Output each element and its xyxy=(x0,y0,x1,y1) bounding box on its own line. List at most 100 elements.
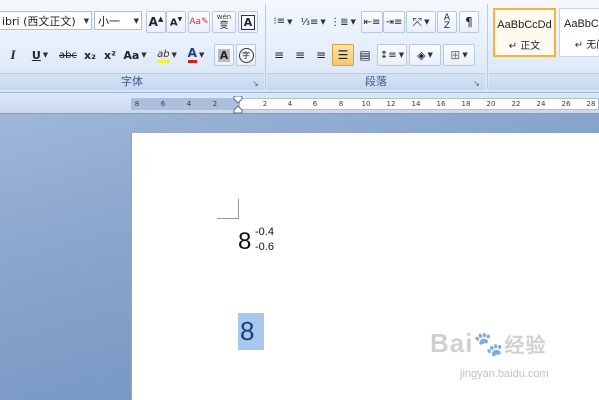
subscript-button[interactable]: x₂ xyxy=(80,44,100,66)
chevron-down-icon[interactable]: ▼ xyxy=(428,51,433,59)
indent-marker-icon[interactable] xyxy=(233,96,243,114)
highlight-label: ab xyxy=(157,48,170,60)
dialog-launcher-icon[interactable]: ↘ xyxy=(251,79,260,88)
dialog-launcher-icon[interactable]: ↘ xyxy=(472,79,481,88)
char-border-button[interactable]: A xyxy=(238,11,258,33)
borders-button[interactable]: ⊞ ▼ xyxy=(443,44,475,66)
align-center-icon: ≡ xyxy=(294,48,306,62)
distributed-button[interactable]: ▤ xyxy=(355,44,375,66)
chinese-layout-button[interactable]: ⤧ ▼ xyxy=(406,11,436,33)
styles-group: AaBbCcDd ↵ 正文 AaBbC ↵ 无间 xyxy=(489,0,599,92)
bullets-icon: ⁝≡ xyxy=(273,16,286,27)
ruler-tick: 22 xyxy=(511,100,521,108)
ruler-tick: 8 xyxy=(338,100,344,108)
align-right-button[interactable]: ≡ xyxy=(311,44,331,66)
underline-button[interactable]: U ▼ xyxy=(26,44,54,66)
math-subscript: -0.6 xyxy=(255,241,274,253)
highlight-button[interactable]: ab ▼ xyxy=(152,44,182,66)
chinese-layout-icon: ⤧ xyxy=(412,14,423,29)
ruler-tick: 18 xyxy=(461,100,471,108)
ruler-tick: 12 xyxy=(386,100,396,108)
numbering-button[interactable]: ⅓≡ ▼ xyxy=(299,11,327,33)
math-superscript: -0.4 xyxy=(255,226,274,238)
superscript-icon: x² xyxy=(104,48,116,62)
grow-font-icon: A▲ xyxy=(148,15,164,29)
decrease-indent-button[interactable]: ⇤≡ xyxy=(361,11,383,33)
horizontal-ruler[interactable]: 8 6 4 2 2 4 6 8 10 12 14 16 18 20 22 24 … xyxy=(131,98,599,110)
shrink-font-icon: A▼ xyxy=(169,15,183,29)
shrink-font-button[interactable]: A▼ xyxy=(166,11,186,33)
chevron-down-icon[interactable]: ▼ xyxy=(172,51,177,59)
borders-icon: ⊞ xyxy=(450,48,461,62)
superscript-button[interactable]: x² xyxy=(100,44,120,66)
font-name-combo[interactable]: ibri (西文正文) ▼ xyxy=(0,11,92,30)
ruler-tick: 8 xyxy=(134,100,140,108)
chevron-down-icon[interactable]: ▼ xyxy=(134,12,139,31)
multilevel-list-button[interactable]: ⋮≣ ▼ xyxy=(329,11,357,33)
style-name: ↵ 无间 xyxy=(574,40,599,51)
subscript-icon: x₂ xyxy=(84,48,96,62)
chevron-down-icon[interactable]: ▼ xyxy=(399,51,404,59)
strikethrough-button[interactable]: abc xyxy=(56,44,80,66)
watermark-url: jingyan.baidu.com xyxy=(460,368,549,380)
sort-icon: AZ xyxy=(443,13,451,31)
font-size-value: 小一 xyxy=(98,15,120,28)
group-divider xyxy=(487,4,488,89)
paragraph-group: ⁝≡ ▼ ⅓≡ ▼ ⋮≣ ▼ ⇤≡ ⇥≡ ⤧ ▼ AZ ¶ ≡ ≡ ≡ ☰ ▤ … xyxy=(267,0,485,92)
ruler-tick: 10 xyxy=(361,100,371,108)
paw-icon: 🐾 xyxy=(473,331,505,358)
ruler-tick: 20 xyxy=(486,100,496,108)
chevron-down-icon[interactable]: ▼ xyxy=(141,51,146,59)
multilevel-list-icon: ⋮≣ xyxy=(330,16,349,28)
justify-button[interactable]: ☰ xyxy=(332,44,354,66)
align-left-button[interactable]: ≡ xyxy=(269,44,289,66)
ruler-tick: 6 xyxy=(160,100,166,108)
shading-button[interactable]: ◈ ▼ xyxy=(409,44,441,66)
increase-indent-button[interactable]: ⇥≡ xyxy=(383,11,405,33)
style-card[interactable]: AaBbCcDd ↵ 正文 xyxy=(493,8,556,57)
font-color-label: A xyxy=(187,46,197,60)
bullets-button[interactable]: ⁝≡ ▼ xyxy=(269,11,297,33)
char-border-icon: A xyxy=(240,14,256,30)
font-group-label: 字体 xyxy=(0,73,264,90)
selected-text[interactable]: 8 xyxy=(238,313,264,350)
watermark: Bai🐾经验 jingyan.baidu.com xyxy=(430,328,590,386)
enclose-char-button[interactable]: 字 xyxy=(236,44,256,66)
change-case-button[interactable]: Aa ▼ xyxy=(121,44,149,66)
align-right-icon: ≡ xyxy=(315,48,327,62)
align-center-button[interactable]: ≡ xyxy=(290,44,310,66)
sort-button[interactable]: AZ xyxy=(437,11,457,33)
font-color-button[interactable]: A ▼ xyxy=(182,44,210,66)
char-shading-icon: A xyxy=(217,48,231,62)
show-marks-button[interactable]: ¶ xyxy=(459,11,479,33)
phonetic-guide-button[interactable]: wén 变 xyxy=(212,11,236,33)
line-spacing-icon: ↕≡ xyxy=(379,49,397,61)
highlight-icon: ab xyxy=(157,48,170,63)
paragraph-marks-icon: ¶ xyxy=(465,15,473,29)
chevron-down-icon[interactable]: ▼ xyxy=(320,18,325,26)
chevron-down-icon[interactable]: ▼ xyxy=(351,18,356,26)
chevron-down-icon[interactable]: ▼ xyxy=(462,51,467,59)
strikethrough-icon: abc xyxy=(59,49,77,61)
chevron-down-icon[interactable]: ▼ xyxy=(424,18,429,26)
style-card[interactable]: AaBbC ↵ 无间 xyxy=(559,8,599,57)
numbering-icon: ⅓≡ xyxy=(300,16,319,28)
clear-format-button[interactable]: Aa✎ xyxy=(188,11,210,33)
font-name-value: ibri (西文正文) xyxy=(2,15,76,28)
char-shading-button[interactable]: A xyxy=(214,44,234,66)
line-spacing-button[interactable]: ↕≡ ▼ xyxy=(377,44,407,66)
style-preview: AaBbCcDd xyxy=(497,19,552,31)
enclose-char-icon: 字 xyxy=(238,47,254,63)
italic-button[interactable]: I xyxy=(4,44,22,66)
ruler-tick: 24 xyxy=(536,100,546,108)
ruler-tick: 14 xyxy=(411,100,421,108)
ruler-tick: 16 xyxy=(436,100,446,108)
grow-font-button[interactable]: A▲ xyxy=(146,11,166,33)
paragraph-group-label: 段落 xyxy=(267,73,485,90)
chevron-down-icon[interactable]: ▼ xyxy=(84,12,89,31)
font-size-combo[interactable]: 小一 ▼ xyxy=(94,11,142,30)
chevron-down-icon[interactable]: ▼ xyxy=(199,51,204,59)
chevron-down-icon[interactable]: ▼ xyxy=(43,51,48,59)
ruler-tick: 2 xyxy=(262,100,268,108)
chevron-down-icon[interactable]: ▼ xyxy=(287,18,292,26)
